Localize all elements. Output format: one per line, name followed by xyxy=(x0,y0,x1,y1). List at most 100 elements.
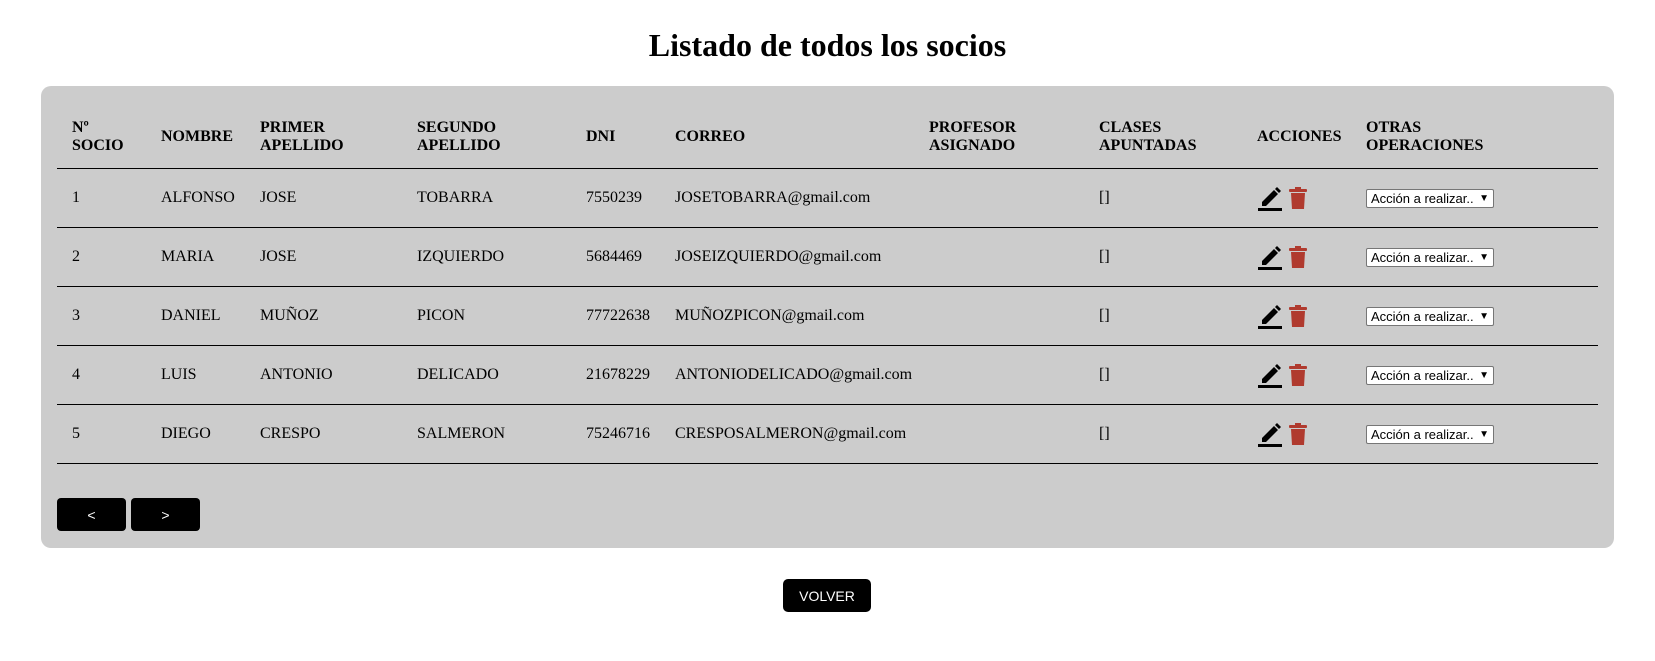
profesor-cell xyxy=(914,345,1084,405)
column-header-line: DNI xyxy=(586,128,616,145)
table-body: 1 ALFONSO JOSE TOBARRA 7550239 JOSETOBARRA@gm… xyxy=(57,168,1598,464)
socio-cell: 3 xyxy=(57,286,146,346)
next-page-button[interactable]: > xyxy=(131,498,200,531)
segundo-apellido-cell: SALMERON xyxy=(402,404,571,464)
pencil-icon[interactable] xyxy=(1257,303,1283,329)
nombre-cell: LUIS xyxy=(146,345,245,405)
segundo-apellido-cell: PICON xyxy=(402,286,571,346)
column-header: PROFESOR ASIGNADO xyxy=(914,106,1084,169)
otras-operaciones-cell: Acción a realizar.. ▼ xyxy=(1351,168,1598,228)
table-row: 2 MARIA JOSE IZQUIERDO 5684469 JOSEIZQUIERDO@… xyxy=(57,227,1598,287)
socio-cell: 2 xyxy=(57,227,146,287)
column-header-line: NOMBRE xyxy=(161,128,233,145)
dropdown-arrow-icon: ▼ xyxy=(1479,251,1489,263)
primer-apellido-cell: CRESPO xyxy=(245,404,402,464)
socio-cell: 1 xyxy=(57,168,146,228)
nombre-cell: DANIEL xyxy=(146,286,245,346)
trash-icon[interactable] xyxy=(1289,423,1307,445)
nombre-cell: DIEGO xyxy=(146,404,245,464)
acciones-cell xyxy=(1242,286,1351,346)
profesor-cell xyxy=(914,286,1084,346)
column-header: PRIMER APELLIDO xyxy=(245,106,402,169)
clases-cell: [] xyxy=(1084,404,1242,464)
pencil-icon[interactable] xyxy=(1257,421,1283,447)
column-header-line: CLASES xyxy=(1099,119,1162,136)
action-select[interactable]: Acción a realizar.. ▼ xyxy=(1366,365,1494,385)
otras-operaciones-cell: Acción a realizar.. ▼ xyxy=(1351,345,1598,405)
column-header: Nº SOCIO xyxy=(57,106,146,169)
dropdown-arrow-icon: ▼ xyxy=(1479,428,1489,440)
column-header: NOMBRE xyxy=(146,106,245,169)
page-title: Listado de todos los socios xyxy=(648,27,1007,63)
column-header-line: Nº xyxy=(72,119,89,136)
otras-operaciones-cell: Acción a realizar.. ▼ xyxy=(1351,286,1598,346)
column-header-line: CORREO xyxy=(675,128,746,145)
dni-cell: 5684469 xyxy=(571,227,660,287)
table-row: 3 DANIEL MUÑOZ PICON 77722638 MUÑOZPICON@gmai… xyxy=(57,286,1598,346)
otras-operaciones-cell: Acción a realizar.. ▼ xyxy=(1351,404,1598,464)
dni-cell: 21678229 xyxy=(571,345,660,405)
column-header: DNI xyxy=(571,106,660,169)
pencil-icon[interactable] xyxy=(1257,244,1283,270)
action-select[interactable]: Acción a realizar.. ▼ xyxy=(1366,247,1494,267)
table-row: 4 LUIS ANTONIO DELICADO 21678229 ANTONIODELIC… xyxy=(57,345,1598,405)
clases-cell: [] xyxy=(1084,168,1242,228)
clases-cell: [] xyxy=(1084,286,1242,346)
primer-apellido-cell: MUÑOZ xyxy=(245,286,402,346)
column-header-line: OTRAS xyxy=(1366,119,1422,136)
dropdown-arrow-icon: ▼ xyxy=(1479,369,1489,381)
correo-cell: ANTONIODELICADO@gmail.com xyxy=(660,345,914,405)
action-select-value: Acción a realizar.. xyxy=(1371,367,1474,383)
pencil-icon[interactable] xyxy=(1257,185,1283,211)
action-select-value: Acción a realizar.. xyxy=(1371,308,1474,324)
row-actions xyxy=(1257,185,1351,211)
column-header-line: ASIGNADO xyxy=(929,137,1016,154)
dni-cell: 75246716 xyxy=(571,404,660,464)
row-actions xyxy=(1257,362,1351,388)
column-header: ACCIONES xyxy=(1242,106,1351,169)
action-select-value: Acción a realizar.. xyxy=(1371,190,1474,206)
dropdown-arrow-icon: ▼ xyxy=(1479,192,1489,204)
pencil-icon[interactable] xyxy=(1257,362,1283,388)
profesor-cell xyxy=(914,404,1084,464)
correo-cell: JOSETOBARRA@gmail.com xyxy=(660,168,914,228)
volver-button[interactable]: VOLVER xyxy=(783,579,871,612)
column-header-line: PROFESOR xyxy=(929,119,1017,136)
segundo-apellido-cell: IZQUIERDO xyxy=(402,227,571,287)
action-select[interactable]: Acción a realizar.. ▼ xyxy=(1366,188,1494,208)
action-select-value: Acción a realizar.. xyxy=(1371,426,1474,442)
column-header: OTRAS OPERACIONES xyxy=(1351,106,1598,169)
column-header-line: ACCIONES xyxy=(1257,128,1342,145)
primer-apellido-cell: ANTONIO xyxy=(245,345,402,405)
primer-apellido-cell: JOSE xyxy=(245,168,402,228)
clases-cell: [] xyxy=(1084,227,1242,287)
trash-icon[interactable] xyxy=(1289,246,1307,268)
action-select[interactable]: Acción a realizar.. ▼ xyxy=(1366,306,1494,326)
table-row: 1 ALFONSO JOSE TOBARRA 7550239 JOSETOBARRA@gm… xyxy=(57,168,1598,228)
column-header-line: APUNTADAS xyxy=(1099,137,1197,154)
profesor-cell xyxy=(914,168,1084,228)
action-select[interactable]: Acción a realizar.. ▼ xyxy=(1366,424,1494,444)
trash-icon[interactable] xyxy=(1289,305,1307,327)
column-header-line: APELLIDO xyxy=(260,137,344,154)
primer-apellido-cell: JOSE xyxy=(245,227,402,287)
column-header-line: APELLIDO xyxy=(417,137,501,154)
column-header-line: SEGUNDO xyxy=(417,119,497,136)
acciones-cell xyxy=(1242,345,1351,405)
correo-cell: MUÑOZPICON@gmail.com xyxy=(660,286,914,346)
correo-cell: CRESPOSALMERON@gmail.com xyxy=(660,404,914,464)
members-table: Nº SOCIO NOMBRE PRIMER APELLIDO SEGUNDO APELLI… xyxy=(57,106,1598,464)
column-header-line: PRIMER xyxy=(260,119,325,136)
acciones-cell xyxy=(1242,168,1351,228)
trash-icon[interactable] xyxy=(1289,364,1307,386)
nombre-cell: ALFONSO xyxy=(146,168,245,228)
dropdown-arrow-icon: ▼ xyxy=(1479,310,1489,322)
column-header: CORREO xyxy=(660,106,914,169)
trash-icon[interactable] xyxy=(1289,187,1307,209)
socio-cell: 5 xyxy=(57,404,146,464)
segundo-apellido-cell: DELICADO xyxy=(402,345,571,405)
row-actions xyxy=(1257,303,1351,329)
prev-page-button[interactable]: < xyxy=(57,498,126,531)
acciones-cell xyxy=(1242,227,1351,287)
table-row: 5 DIEGO CRESPO SALMERON 75246716 CRESPOSALMER… xyxy=(57,404,1598,464)
